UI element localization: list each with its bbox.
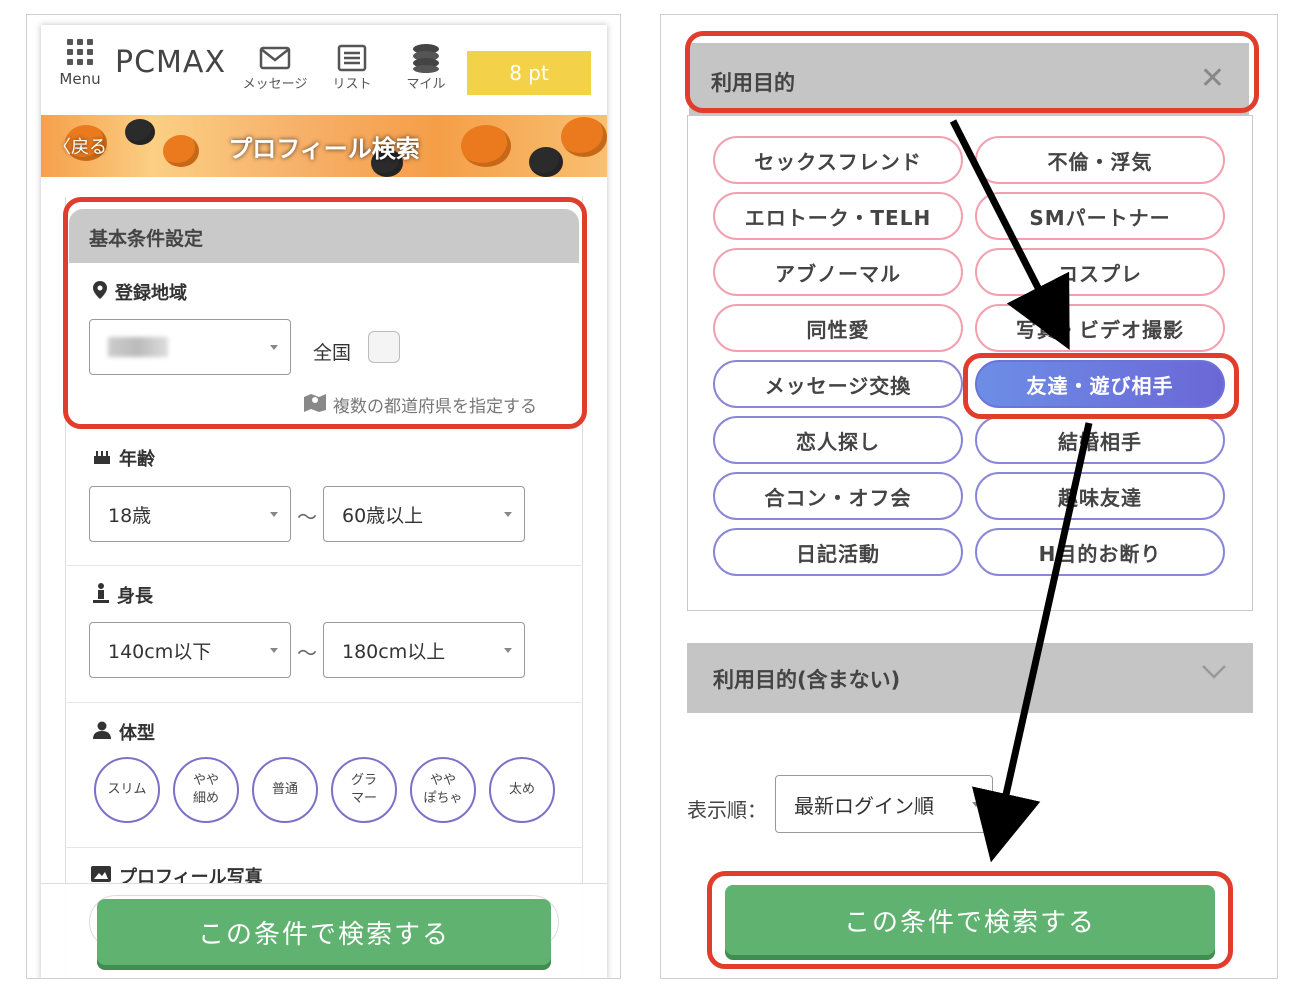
region-label: 登録地域 (93, 279, 187, 305)
body-option-glamour[interactable]: グラ マー (331, 757, 397, 823)
map-pin-icon (93, 280, 107, 304)
points-badge[interactable]: 8 pt (467, 51, 591, 95)
multi-prefecture-text: 複数の都道府県を指定する (333, 397, 537, 417)
nationwide-checkbox[interactable] (368, 331, 400, 363)
height-from-value: 140cm以下 (108, 640, 212, 663)
body-option-slim[interactable]: スリム (94, 757, 160, 823)
age-range-separator: 〜 (297, 505, 317, 529)
top-navigation-bar: Menu PCMAX メッセージ リスト マイル 8 pt (41, 25, 607, 101)
body-option-normal[interactable]: 普通 (252, 757, 318, 823)
search-button[interactable]: この条件で検索する (97, 899, 551, 965)
menu-button[interactable]: Menu (55, 39, 105, 88)
divider (65, 702, 583, 703)
halloween-banner: 〈戻る プロフィール検索 (41, 115, 607, 177)
nav-messages[interactable]: メッセージ (237, 43, 313, 92)
age-from-select[interactable]: 18歳 (89, 486, 291, 542)
age-to-select[interactable]: 60歳以上 (323, 486, 525, 542)
map-icon (303, 392, 327, 417)
caret-down-icon (270, 512, 278, 517)
age-label: 年齢 (93, 445, 155, 471)
nav-list[interactable]: リスト (327, 43, 377, 92)
age-to-value: 60歳以上 (342, 504, 424, 527)
grid-menu-icon (55, 39, 105, 65)
caret-down-icon (504, 648, 512, 653)
nav-messages-label: メッセージ (242, 77, 308, 92)
page-title: プロフィール検索 (228, 135, 420, 163)
caret-down-icon (504, 512, 512, 517)
nav-miles[interactable]: マイル (399, 43, 453, 92)
site-logo[interactable]: PCMAX (115, 45, 226, 80)
divider (65, 565, 583, 566)
cake-icon (93, 447, 111, 470)
arrow-to-search (971, 422, 1093, 863)
basic-conditions-header: 基本条件設定 (69, 209, 579, 263)
nationwide-label: 全国 (313, 342, 352, 364)
right-screenshot: 利用目的 ✕ セックスフレンド 不倫・浮気 エロトーク・TELH SMパートナー… (660, 14, 1278, 979)
arrow-annotations (949, 119, 1093, 863)
multi-prefecture-link[interactable]: 複数の都道府県を指定する (303, 392, 537, 417)
phone-screen: Menu PCMAX メッセージ リスト マイル 8 pt 〈戻る プロフィール… (41, 25, 607, 978)
user-icon (93, 721, 111, 744)
height-to-select[interactable]: 180cm以上 (323, 622, 525, 678)
height-range-separator: 〜 (297, 641, 317, 665)
left-screenshot: Menu PCMAX メッセージ リスト マイル 8 pt 〈戻る プロフィール… (26, 14, 621, 979)
height-label-text: 身長 (117, 586, 153, 607)
basic-conditions-title: 基本条件設定 (89, 228, 204, 250)
caret-down-icon (270, 648, 278, 653)
height-from-select[interactable]: 140cm以下 (89, 622, 291, 678)
divider (65, 847, 583, 848)
person-height-icon (93, 582, 109, 608)
age-from-value: 18歳 (108, 504, 152, 527)
envelope-icon (237, 43, 313, 73)
caret-down-icon (270, 345, 278, 350)
height-to-value: 180cm以上 (342, 640, 446, 663)
arrow-to-option (949, 119, 1070, 350)
body-option-slightly-slim[interactable]: やや 細め (173, 757, 239, 823)
region-label-text: 登録地域 (115, 283, 187, 304)
menu-label: Menu (59, 70, 101, 88)
body-type-label-text: 体型 (119, 723, 155, 744)
nav-list-label: リスト (332, 77, 372, 92)
region-select[interactable] (89, 319, 291, 375)
region-value-blurred (108, 337, 168, 357)
age-label-text: 年齢 (119, 449, 155, 470)
body-type-label: 体型 (93, 719, 155, 745)
height-label: 身長 (93, 582, 153, 608)
coins-icon (399, 43, 453, 73)
nav-miles-label: マイル (406, 77, 446, 92)
list-icon (327, 43, 377, 73)
body-option-chubby[interactable]: 太め (489, 757, 555, 823)
body-option-slightly-chubby[interactable]: やや ぽちゃ (410, 757, 476, 823)
